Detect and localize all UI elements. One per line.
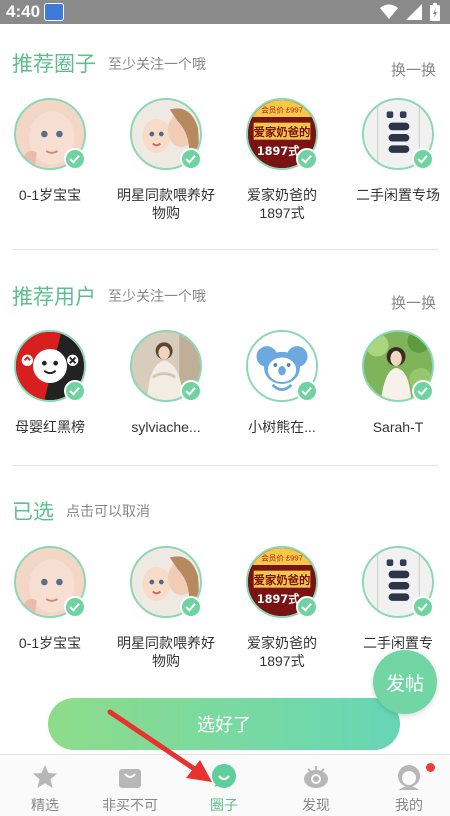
- user-label: 小树熊在...: [248, 419, 316, 435]
- circle-label: 爱家奶爸的1897式: [247, 187, 317, 221]
- done-button[interactable]: 选好了: [48, 698, 400, 750]
- tab-discover[interactable]: 发现: [271, 755, 361, 816]
- tab-label: 非买不可: [102, 797, 158, 813]
- app-notification-icon: [44, 3, 64, 21]
- tab-featured[interactable]: 精选: [0, 755, 90, 816]
- selected-check-icon: [296, 380, 318, 402]
- selected-label: 爱家奶爸的1897式: [247, 635, 317, 669]
- selected-check-icon: [296, 596, 318, 618]
- selected-check-icon: [296, 148, 318, 170]
- section-title-selected: 已选: [12, 501, 54, 524]
- section-title-recommended-circles: 推荐圈子: [12, 53, 96, 76]
- user-row: 母婴红黑榜 sylviache... 小树熊在... Sarah-T: [0, 330, 450, 480]
- eye-icon: [302, 763, 330, 791]
- selected-check-icon: [412, 596, 434, 618]
- tab-mine[interactable]: 我的: [364, 755, 450, 816]
- refresh-circles-button[interactable]: 换一换: [391, 59, 436, 80]
- selected-label: 二手闲置专: [363, 635, 433, 651]
- svg-text:1897式: 1897式: [257, 592, 301, 606]
- bottom-tab-bar: 精选 非买不可 圈子 发现 我的: [0, 754, 450, 816]
- star-icon: [31, 763, 59, 791]
- profile-icon: [395, 763, 423, 791]
- notification-badge: [426, 763, 435, 772]
- selected-check-icon: [64, 596, 86, 618]
- bag-icon: [116, 763, 144, 791]
- section-title-recommended-users: 推荐用户: [12, 286, 96, 309]
- chat-bubble-icon: [210, 763, 238, 791]
- svg-text:会员价 £997: 会员价 £997: [261, 552, 303, 562]
- section-subtitle: 至少关注一个哦: [108, 288, 206, 304]
- svg-text:1897式: 1897式: [257, 144, 301, 158]
- post-button[interactable]: 发帖: [373, 650, 437, 714]
- user-label: sylviache...: [131, 419, 201, 435]
- tab-label: 精选: [31, 797, 59, 813]
- status-icons: [380, 3, 440, 21]
- selected-check-icon: [412, 380, 434, 402]
- svg-text:爱家奶爸的: 爱家奶爸的: [254, 125, 311, 139]
- battery-icon: [430, 3, 440, 21]
- selected-check-icon: [64, 380, 86, 402]
- status-bar: 4:40: [0, 0, 450, 24]
- tab-label: 我的: [395, 797, 423, 813]
- refresh-users-button[interactable]: 换一换: [391, 292, 436, 313]
- tab-label: 圈子: [210, 797, 238, 813]
- tab-must-buy[interactable]: 非买不可: [85, 755, 175, 816]
- wifi-icon: [380, 4, 398, 19]
- selected-check-icon: [412, 148, 434, 170]
- circle-label: 0-1岁宝宝: [18, 187, 82, 203]
- svg-text:会员价 £997: 会员价 £997: [261, 104, 303, 114]
- circle-label: 二手闲置专场: [356, 187, 440, 203]
- selected-label: 明星同款喂养好物购: [117, 635, 215, 669]
- selected-label: 0-1岁宝宝: [18, 635, 82, 651]
- tab-label: 发现: [302, 797, 330, 813]
- svg-text:爱家奶爸的: 爱家奶爸的: [254, 573, 311, 587]
- selected-check-icon: [180, 148, 202, 170]
- selected-check-icon: [180, 380, 202, 402]
- divider: [12, 465, 438, 466]
- user-label: Sarah-T: [372, 419, 424, 435]
- user-label: 母婴红黑榜: [15, 419, 85, 435]
- circle-label: 明星同款喂养好物购: [117, 187, 215, 221]
- status-time: 4:40: [6, 2, 41, 21]
- tab-circles[interactable]: 圈子: [179, 755, 269, 816]
- section-subtitle: 至少关注一个哦: [108, 56, 206, 72]
- divider: [12, 249, 438, 250]
- signal-icon: [406, 4, 422, 20]
- selected-check-icon: [180, 596, 202, 618]
- selected-check-icon: [64, 148, 86, 170]
- section-subtitle: 点击可以取消: [66, 503, 150, 519]
- circle-row: 0-1岁宝宝 明星同款喂养好物购 会员价 £997 爱家奶爸的 1897式 爱家奶爸…: [0, 98, 450, 248]
